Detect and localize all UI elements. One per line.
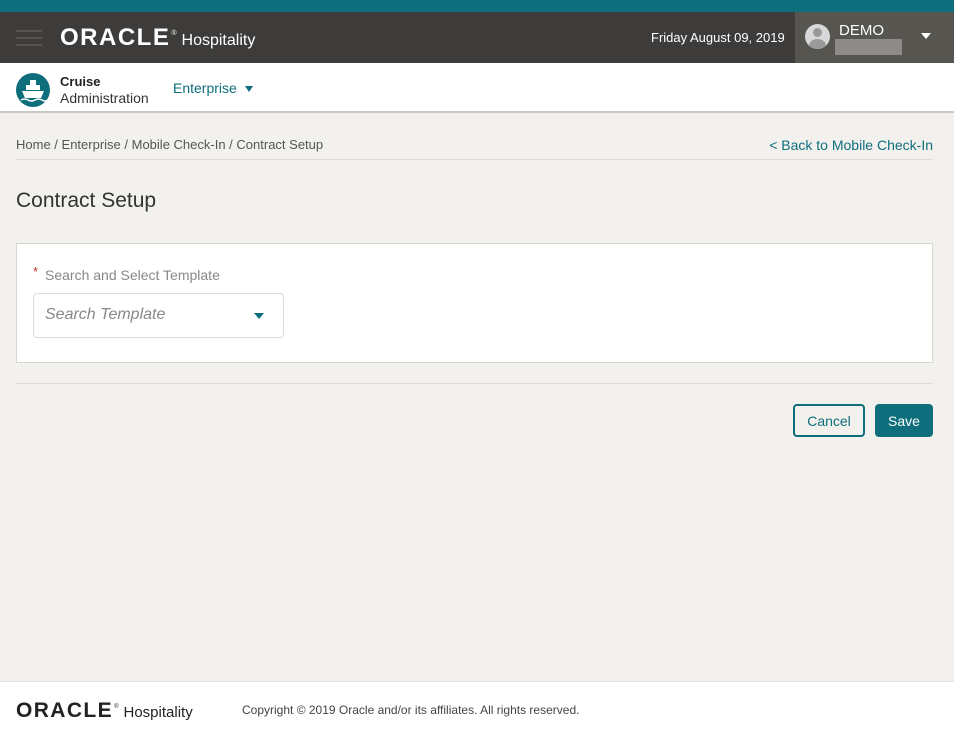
footer-brand-trademark: ® <box>114 704 119 710</box>
breadcrumb-separator: / <box>50 137 62 152</box>
footer: ORACLE ® Hospitality Copyright © 2019 Or… <box>0 681 954 730</box>
brand-subtitle: Hospitality <box>181 32 256 49</box>
template-search-placeholder: Search Template <box>45 306 166 323</box>
header-logo[interactable]: ORACLE ® Hospitality <box>60 24 255 52</box>
breadcrumb-current: Contract Setup <box>236 137 324 152</box>
footer-logo: ORACLE ® Hospitality <box>16 699 193 723</box>
cancel-button[interactable]: Cancel <box>793 404 865 437</box>
breadcrumb-enterprise[interactable]: Enterprise <box>62 137 121 152</box>
breadcrumb-separator: / <box>225 137 237 152</box>
cruise-ship-icon <box>16 73 50 107</box>
app-subtitle: Administration <box>60 90 149 106</box>
template-search-select[interactable]: Search Template <box>33 293 284 338</box>
chevron-down-icon[interactable] <box>921 33 931 39</box>
breadcrumb-mobile-check-in[interactable]: Mobile Check-In <box>132 137 226 152</box>
caret-down-icon <box>244 86 253 93</box>
top-bar: ORACLE ® Hospitality Friday August 09, 2… <box>0 12 954 63</box>
divider <box>16 159 933 160</box>
app-title: Cruise <box>60 74 101 89</box>
brand-wordmark: ORACLE <box>60 24 171 51</box>
user-detail-redacted <box>835 39 902 55</box>
user-avatar-icon[interactable] <box>805 24 830 49</box>
footer-brand-wordmark: ORACLE <box>16 699 114 722</box>
caret-down-icon <box>254 313 264 319</box>
top-accent-stripe <box>0 0 954 12</box>
breadcrumb-separator: / <box>120 137 132 152</box>
breadcrumb: Home / Enterprise / Mobile Check-In / Co… <box>16 137 323 152</box>
app-subheader: Cruise Administration Enterprise <box>0 63 954 113</box>
enterprise-dropdown[interactable]: Enterprise <box>173 80 253 96</box>
template-form-card: * Search and Select Template Search Temp… <box>16 243 933 363</box>
current-date: Friday August 09, 2019 <box>651 30 785 45</box>
user-menu[interactable]: DEMO <box>795 12 954 63</box>
divider <box>16 383 933 384</box>
save-button[interactable]: Save <box>875 404 933 437</box>
copyright-text: Copyright © 2019 Oracle and/or its affil… <box>242 703 580 717</box>
brand-trademark: ® <box>171 30 177 37</box>
user-name: DEMO <box>839 22 884 39</box>
page-title: Contract Setup <box>16 189 157 212</box>
hamburger-menu-icon[interactable] <box>16 30 42 46</box>
back-to-mobile-check-in-link[interactable]: < Back to Mobile Check-In <box>769 137 933 153</box>
template-field-label: Search and Select Template <box>45 267 220 283</box>
footer-brand-subtitle: Hospitality <box>123 704 193 721</box>
breadcrumb-home[interactable]: Home <box>16 137 51 152</box>
required-marker: * <box>33 264 39 279</box>
enterprise-label: Enterprise <box>173 80 237 96</box>
